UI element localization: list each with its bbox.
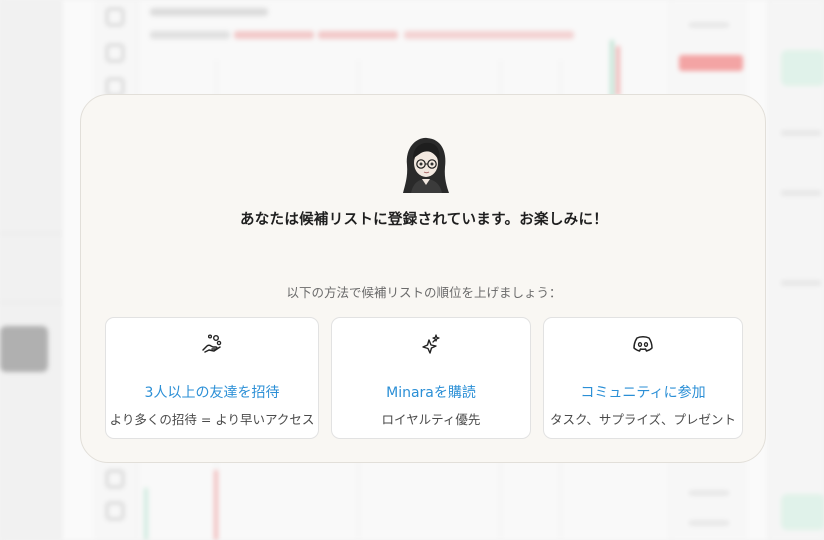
join-community-card[interactable]: コミュニティに参加 タスク、サプライズ、プレゼント — [543, 317, 743, 439]
sparkle-stars-icon — [422, 334, 440, 354]
card-description: タスク、サプライズ、プレゼント — [549, 412, 736, 427]
card-title: Minaraを購読 — [386, 385, 476, 401]
discord-icon — [633, 335, 653, 352]
waitlist-modal: あなたは候補リストに登録されています。お楽しみに！ 以下の方法で候補リストの順位… — [80, 94, 766, 463]
card-title: コミュニティに参加 — [580, 385, 706, 401]
avatar — [403, 137, 449, 193]
card-title: 3人以上の友達を招待 — [144, 385, 280, 401]
modal-subtitle: 以下の方法で候補リストの順位を上げましょう： — [286, 285, 562, 300]
card-description: ロイヤルティ優先 — [381, 412, 481, 427]
hand-coins-icon — [202, 334, 222, 353]
modal-title: あなたは候補リストに登録されています。お楽しみに！ — [239, 212, 609, 228]
subscribe-card[interactable]: Minaraを購読 ロイヤルティ優先 — [331, 317, 531, 439]
card-description: より多くの招待 = より早いアクセス — [109, 412, 315, 427]
invite-friends-card[interactable]: 3人以上の友達を招待 より多くの招待 = より早いアクセス — [105, 317, 319, 439]
